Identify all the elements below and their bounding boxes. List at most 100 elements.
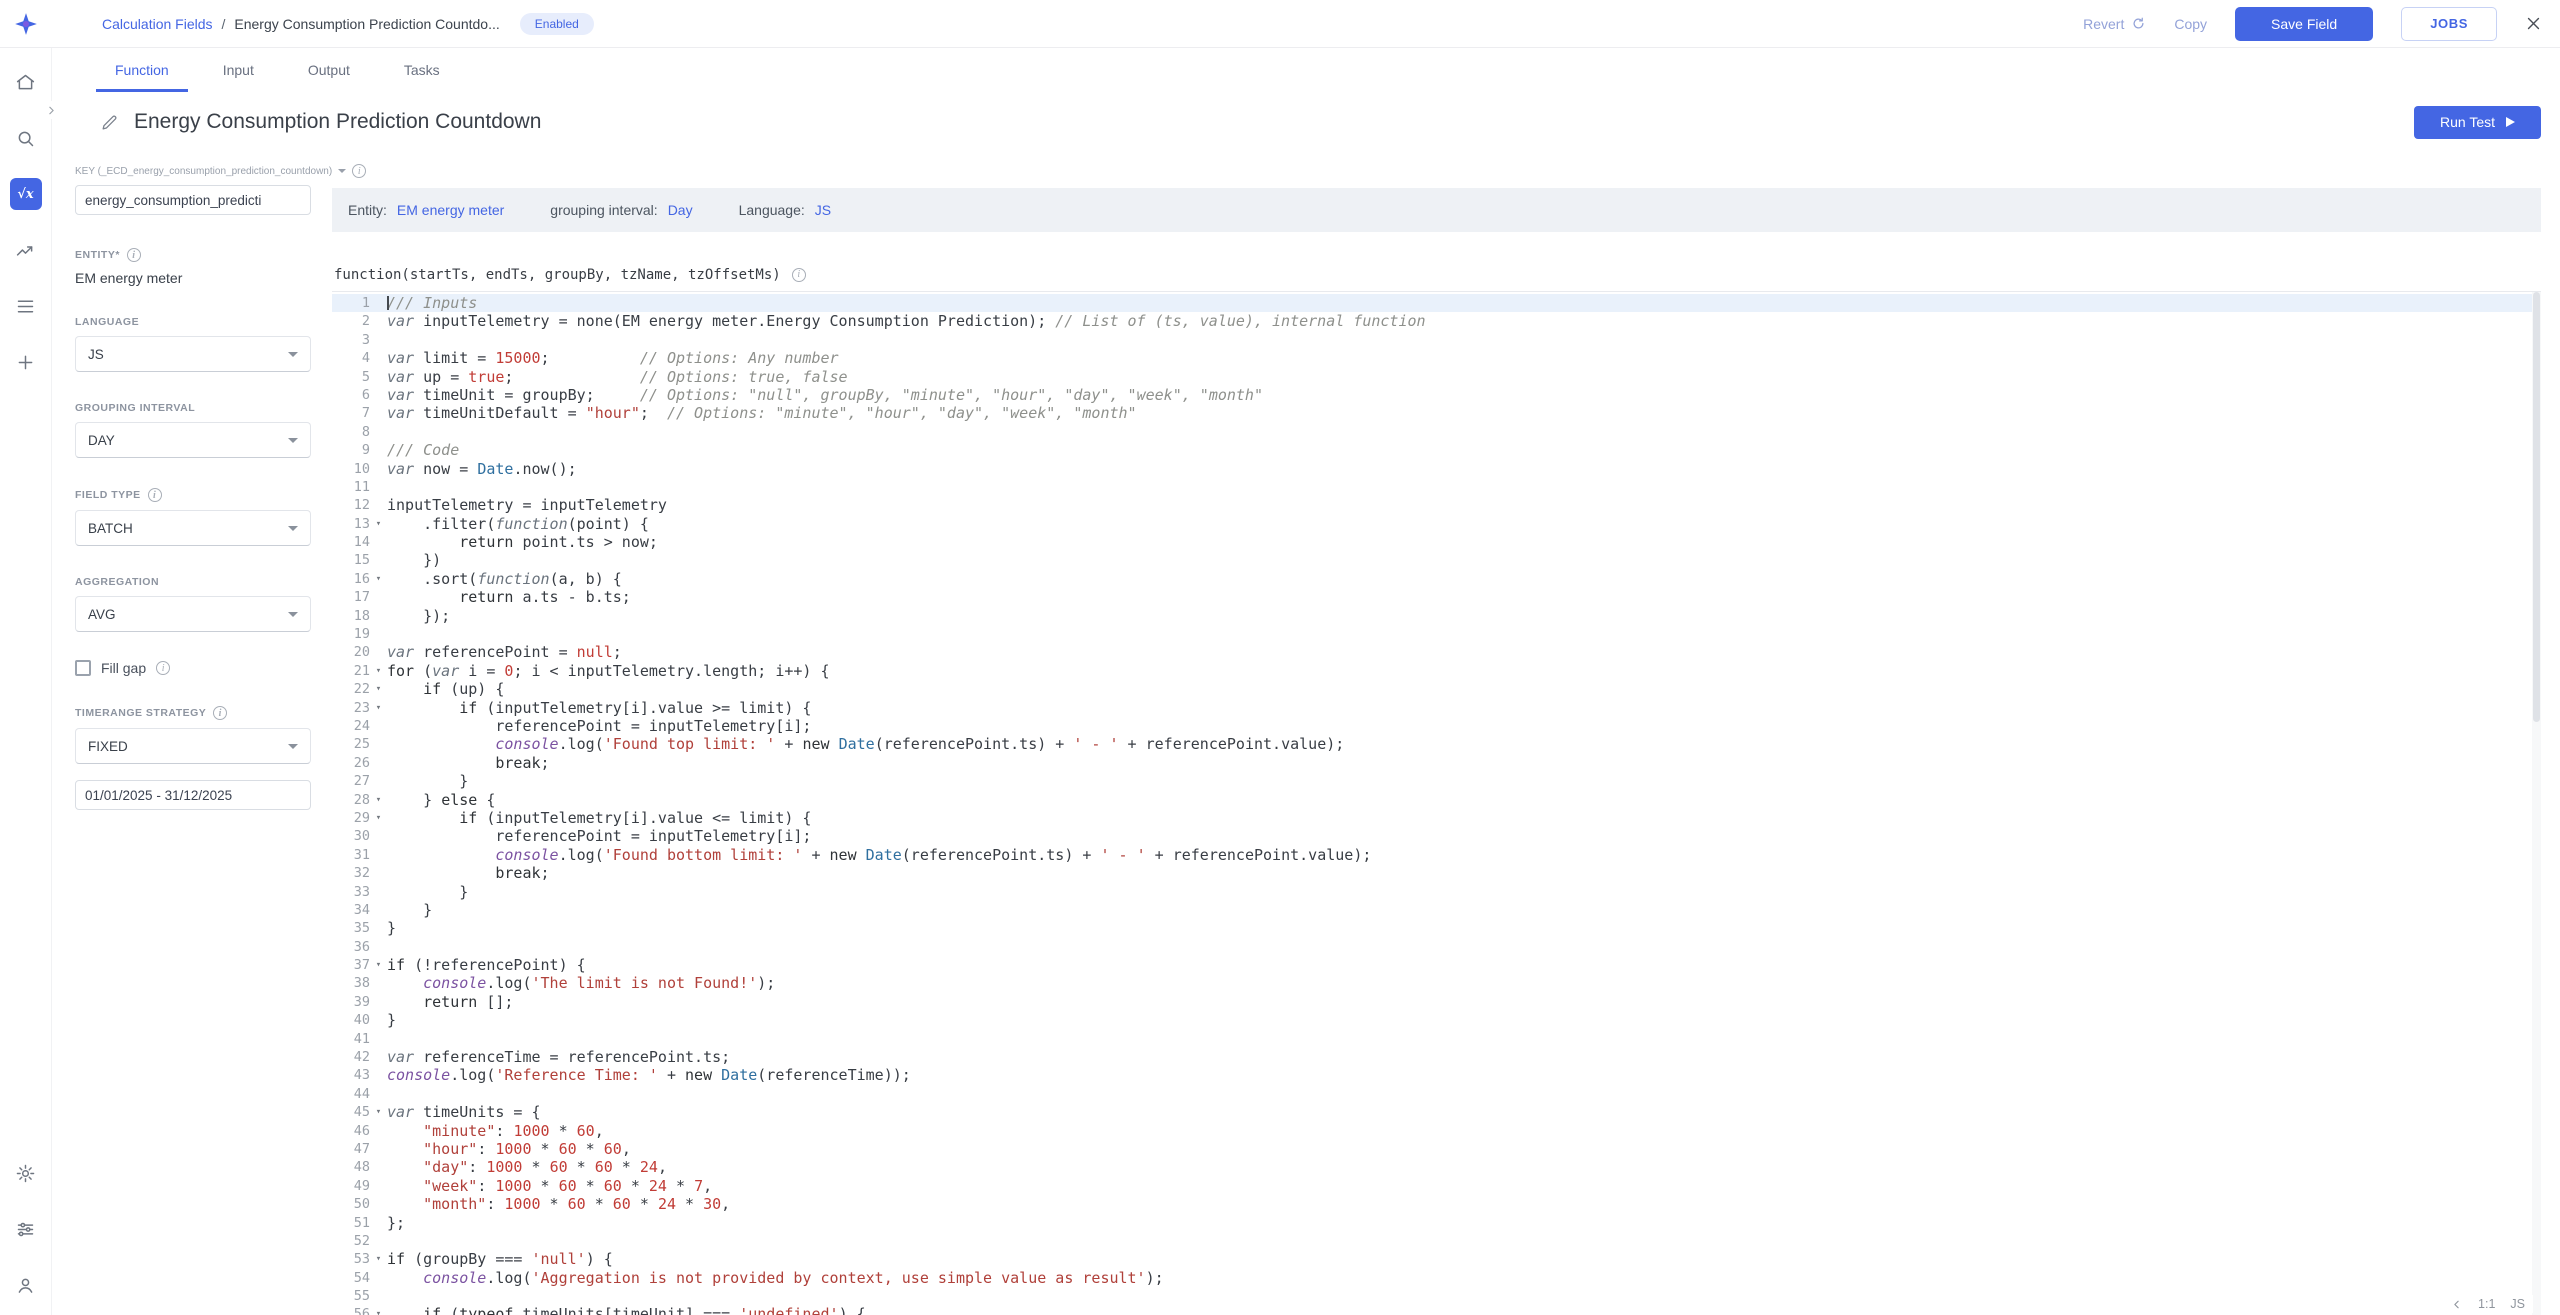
info-icon[interactable] xyxy=(792,268,806,282)
code-line[interactable]: 39 return []; xyxy=(332,993,2541,1011)
context-language-value[interactable]: JS xyxy=(815,202,831,218)
code-line[interactable]: 12inputTelemetry = inputTelemetry xyxy=(332,496,2541,514)
code-line[interactable]: 13▾ .filter(function(point) { xyxy=(332,515,2541,533)
code-line[interactable]: 36 xyxy=(332,938,2541,956)
code-line[interactable]: 16▾ .sort(function(a, b) { xyxy=(332,570,2541,588)
fold-marker[interactable]: ▾ xyxy=(370,1305,387,1315)
tab-input[interactable]: Input xyxy=(196,48,281,92)
code-line[interactable]: 8 xyxy=(332,423,2541,441)
code-line[interactable]: 1/// Inputs xyxy=(332,294,2541,312)
code-line[interactable]: 49 "week": 1000 * 60 * 60 * 24 * 7, xyxy=(332,1177,2541,1195)
scrollbar-thumb[interactable] xyxy=(2533,292,2540,722)
sidebar-item-user[interactable] xyxy=(10,1269,42,1301)
copy-button[interactable]: Copy xyxy=(2174,16,2207,32)
code-editor[interactable]: 1/// Inputs2var inputTelemetry = none(EM… xyxy=(332,292,2541,1315)
code-line[interactable]: 18 }); xyxy=(332,607,2541,625)
fold-marker[interactable]: ▾ xyxy=(370,1250,387,1268)
code-line[interactable]: 44 xyxy=(332,1085,2541,1103)
code-line[interactable]: 38 console.log('The limit is not Found!'… xyxy=(332,974,2541,992)
revert-button[interactable]: Revert xyxy=(2083,16,2146,32)
fold-marker[interactable]: ▾ xyxy=(370,956,387,974)
run-test-button[interactable]: Run Test xyxy=(2414,106,2541,139)
code-line[interactable]: 27 } xyxy=(332,772,2541,790)
sidebar-item-home[interactable] xyxy=(10,66,42,98)
info-icon[interactable] xyxy=(148,488,162,502)
info-icon[interactable] xyxy=(156,661,170,675)
code-line[interactable]: 52 xyxy=(332,1232,2541,1250)
fill-gap-checkbox[interactable] xyxy=(75,660,91,676)
code-line[interactable]: 19 xyxy=(332,625,2541,643)
code-line[interactable]: 20var referencePoint = null; xyxy=(332,643,2541,661)
code-line[interactable]: 4var limit = 15000; // Options: Any numb… xyxy=(332,349,2541,367)
code-line[interactable]: 3 xyxy=(332,331,2541,349)
sidebar-item-search[interactable] xyxy=(10,122,42,154)
code-line[interactable]: 37▾if (!referencePoint) { xyxy=(332,956,2541,974)
code-line[interactable]: 2var inputTelemetry = none(EM energy met… xyxy=(332,312,2541,330)
sidebar-item-trending[interactable] xyxy=(10,234,42,266)
timerange-strategy-select[interactable]: FIXED xyxy=(75,728,311,764)
tab-tasks[interactable]: Tasks xyxy=(377,48,467,92)
fold-marker[interactable]: ▾ xyxy=(370,680,387,698)
fold-marker[interactable]: ▾ xyxy=(370,515,387,533)
expand-sidebar-button[interactable] xyxy=(42,101,60,119)
context-grouping-value[interactable]: Day xyxy=(668,202,693,218)
sidebar-item-menu[interactable] xyxy=(10,290,42,322)
code-line[interactable]: 51}; xyxy=(332,1214,2541,1232)
context-entity-value[interactable]: EM energy meter xyxy=(397,202,504,218)
info-icon[interactable] xyxy=(127,248,141,262)
edit-title-button[interactable] xyxy=(100,113,119,132)
code-line[interactable]: 10var now = Date.now(); xyxy=(332,460,2541,478)
grouping-interval-select[interactable]: DAY xyxy=(75,422,311,458)
code-line[interactable]: 46 "minute": 1000 * 60, xyxy=(332,1122,2541,1140)
code-line[interactable]: 50 "month": 1000 * 60 * 60 * 24 * 30, xyxy=(332,1195,2541,1213)
code-line[interactable]: 22▾ if (up) { xyxy=(332,680,2541,698)
code-line[interactable]: 41 xyxy=(332,1030,2541,1048)
code-line[interactable]: 7var timeUnitDefault = "hour"; // Option… xyxy=(332,404,2541,422)
code-line[interactable]: 11 xyxy=(332,478,2541,496)
code-line[interactable]: 14 return point.ts > now; xyxy=(332,533,2541,551)
code-line[interactable]: 45▾var timeUnits = { xyxy=(332,1103,2541,1121)
fold-marker[interactable]: ▾ xyxy=(370,1103,387,1121)
code-line[interactable]: 25 console.log('Found top limit: ' + new… xyxy=(332,735,2541,753)
code-line[interactable]: 32 break; xyxy=(332,864,2541,882)
language-select[interactable]: JS xyxy=(75,336,311,372)
tab-function[interactable]: Function xyxy=(88,48,196,92)
aggregation-select[interactable]: AVG xyxy=(75,596,311,632)
code-line[interactable]: 17 return a.ts - b.ts; xyxy=(332,588,2541,606)
code-line[interactable]: 40} xyxy=(332,1011,2541,1029)
date-range-input[interactable] xyxy=(75,780,311,810)
chevron-left-icon[interactable] xyxy=(2450,1298,2463,1311)
code-line[interactable]: 9/// Code xyxy=(332,441,2541,459)
sidebar-item-add[interactable] xyxy=(10,346,42,378)
editor-scrollbar[interactable] xyxy=(2532,292,2541,1315)
sidebar-item-settings[interactable] xyxy=(10,1157,42,1189)
sidebar-item-calculation-fields[interactable]: √x xyxy=(10,178,42,210)
close-icon[interactable] xyxy=(2525,15,2542,32)
fold-marker[interactable]: ▾ xyxy=(370,809,387,827)
fold-marker[interactable]: ▾ xyxy=(370,699,387,717)
fold-marker[interactable]: ▾ xyxy=(370,662,387,680)
code-line[interactable]: 23▾ if (inputTelemetry[i].value >= limit… xyxy=(332,699,2541,717)
code-line[interactable]: 15 }) xyxy=(332,551,2541,569)
app-logo[interactable] xyxy=(0,11,52,37)
breadcrumb-root-link[interactable]: Calculation Fields xyxy=(102,16,213,32)
code-line[interactable]: 6var timeUnit = groupBy; // Options: "nu… xyxy=(332,386,2541,404)
code-line[interactable]: 24 referencePoint = inputTelemetry[i]; xyxy=(332,717,2541,735)
code-line[interactable]: 21▾for (var i = 0; i < inputTelemetry.le… xyxy=(332,662,2541,680)
field-type-select[interactable]: BATCH xyxy=(75,510,311,546)
code-line[interactable]: 26 break; xyxy=(332,754,2541,772)
key-input[interactable] xyxy=(75,185,311,215)
code-line[interactable]: 43console.log('Reference Time: ' + new D… xyxy=(332,1066,2541,1084)
save-field-button[interactable]: Save Field xyxy=(2235,7,2373,41)
code-line[interactable]: 33 } xyxy=(332,883,2541,901)
code-line[interactable]: 34 } xyxy=(332,901,2541,919)
code-line[interactable]: 53▾if (groupBy === 'null') { xyxy=(332,1250,2541,1268)
code-line[interactable]: 48 "day": 1000 * 60 * 60 * 24, xyxy=(332,1158,2541,1176)
info-icon[interactable] xyxy=(213,706,227,720)
code-line[interactable]: 42var referenceTime = referencePoint.ts; xyxy=(332,1048,2541,1066)
fold-marker[interactable]: ▾ xyxy=(370,570,387,588)
code-line[interactable]: 54 console.log('Aggregation is not provi… xyxy=(332,1269,2541,1287)
jobs-button[interactable]: JOBS xyxy=(2401,7,2497,41)
entity-value[interactable]: EM energy meter xyxy=(75,270,311,286)
code-line[interactable]: 35} xyxy=(332,919,2541,937)
